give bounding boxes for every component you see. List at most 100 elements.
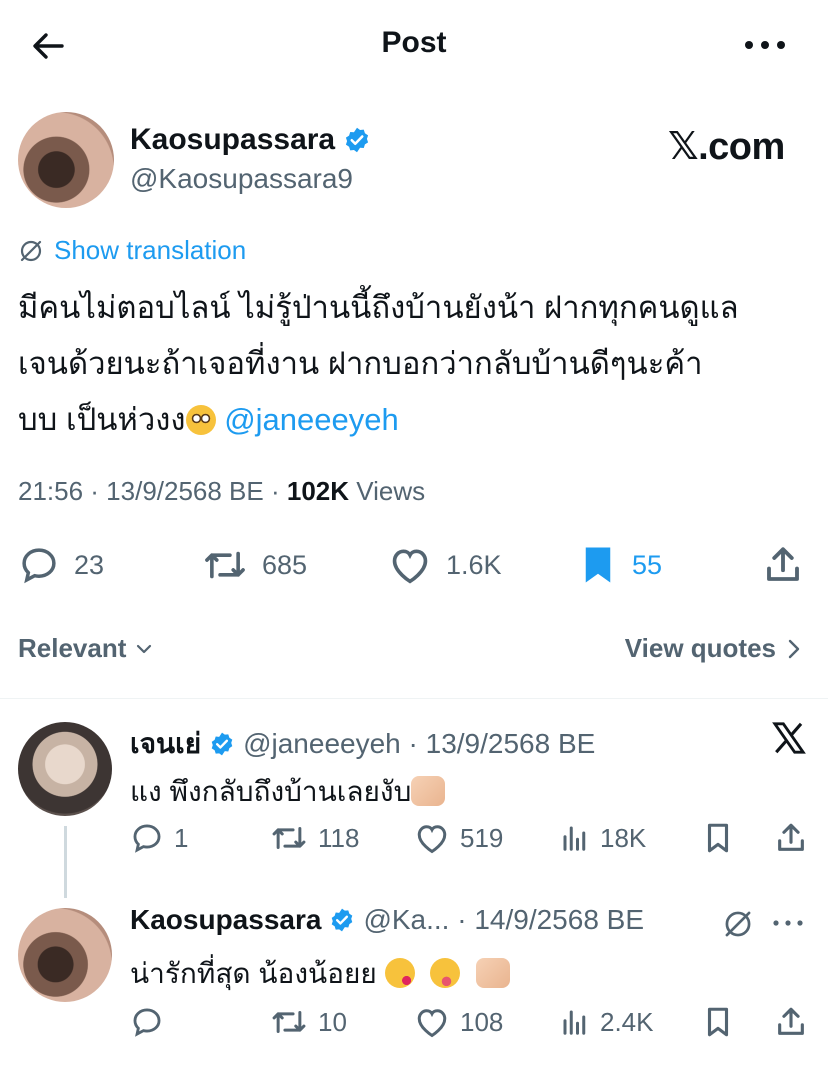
bookmark-icon	[707, 823, 729, 853]
repost-icon	[272, 1011, 306, 1033]
share-button[interactable]	[762, 540, 804, 590]
reply-text-content: แง พึงกลับถึงบ้านเลยงับ	[130, 776, 412, 807]
analytics-bars-icon	[563, 826, 586, 851]
chevron-right-icon	[788, 639, 800, 658]
pleading-face-emoji	[185, 405, 216, 435]
more-options-button[interactable]	[740, 30, 790, 60]
heart-icon	[392, 549, 428, 584]
reply-count: 1	[174, 822, 189, 853]
reply-count: 23	[74, 549, 105, 580]
sort-relevant-label: Relevant	[18, 633, 127, 663]
views-label: Views	[349, 476, 426, 506]
post-text-line: บบ เป็นห่วงง @janeeeyeh	[18, 392, 818, 448]
post-text-line-end: บบ เป็นห่วงง	[18, 402, 186, 437]
chevron-down-icon	[137, 644, 152, 653]
verified-badge-icon	[211, 732, 233, 756]
x-logo	[772, 722, 806, 754]
reply-avatar[interactable]	[18, 722, 112, 816]
author-avatar[interactable]	[18, 112, 114, 208]
reply-author-name[interactable]: Kaosupassara	[130, 904, 321, 936]
repost-count: 118	[318, 822, 360, 853]
heart-hands-emoji	[411, 776, 446, 806]
bookmark-button[interactable]: 55	[578, 540, 662, 590]
bookmark-icon	[707, 1007, 729, 1037]
verified-badge-icon	[332, 908, 353, 932]
share-button[interactable]	[774, 1000, 808, 1044]
reply-actions: 1 118 519 18K	[130, 816, 810, 860]
repost-icon	[272, 827, 306, 849]
bookmark-button[interactable]	[702, 1000, 734, 1044]
post-actions: 23 685 1.6K 55	[18, 540, 810, 590]
views-button[interactable]: 2.4K	[560, 1000, 654, 1044]
author-handle[interactable]: @Kaosupassara9	[130, 163, 353, 195]
reply-icon	[133, 1008, 161, 1037]
xcom-watermark: 𝕏.com	[668, 126, 785, 168]
x-logo-icon	[772, 722, 806, 754]
reply-icon	[133, 824, 161, 853]
post-text: มีคนไม่ตอบไลน์ ไม่รู้ป่านนี้ถึงบ้านยังน้…	[18, 280, 818, 448]
divider	[0, 698, 828, 699]
heart-hands-emoji	[476, 958, 511, 988]
repost-button[interactable]: 10	[270, 1000, 347, 1044]
like-count: 1.6K	[446, 549, 502, 580]
bookmark-count: 55	[632, 549, 663, 580]
post-timestamp[interactable]: 21:56 · 13/9/2568 BE ·	[18, 476, 287, 506]
like-count: 519	[460, 822, 504, 853]
translate-globe-icon	[725, 911, 751, 937]
like-button[interactable]: 108	[414, 1000, 503, 1044]
reply-button[interactable]	[130, 1000, 174, 1044]
repost-button[interactable]: 118	[270, 816, 359, 860]
more-horizontal-icon	[745, 41, 785, 49]
heart-icon	[417, 1009, 447, 1038]
reply-header: เจนเย่ @janeeeyeh · 13/9/2568 BE	[130, 722, 595, 766]
more-horizontal-icon	[773, 920, 803, 926]
post-meta: 21:56 · 13/9/2568 BE · 102K Views	[18, 476, 425, 507]
share-icon	[778, 1007, 804, 1035]
reply-text: แง พึงกลับถึงบ้านเลยงับ	[130, 770, 446, 814]
verified-badge-icon	[346, 127, 369, 153]
analytics-bars-icon	[563, 1010, 586, 1035]
more-options-button[interactable]	[768, 908, 808, 938]
reply-button[interactable]: 23	[18, 540, 104, 590]
like-button[interactable]: 1.6K	[388, 540, 502, 590]
post-text-line: มีคนไม่ตอบไลน์ ไม่รู้ป่านนี้ถึงบ้านยังน้…	[18, 290, 739, 325]
bookmark-button[interactable]	[702, 816, 734, 860]
bookmark-filled-icon	[585, 547, 611, 583]
thread-connector-line	[64, 826, 67, 898]
author-name-row[interactable]: Kaosupassara	[130, 123, 371, 157]
share-icon	[778, 823, 804, 851]
reply-handle-date[interactable]: @Ka... · 14/9/2568 BE	[363, 904, 644, 936]
reply-header: Kaosupassara @Ka... · 14/9/2568 BE	[130, 904, 644, 936]
show-translation-label: Show translation	[54, 235, 247, 265]
kissing-face-emoji	[384, 958, 415, 988]
translate-globe-icon	[20, 240, 42, 261]
sort-relevant-dropdown[interactable]: Relevant	[18, 633, 154, 664]
views-count: 2.4K	[600, 1006, 654, 1037]
show-translation-link[interactable]: Show translation	[18, 235, 246, 266]
reply-actions: 10 108 2.4K	[130, 1000, 810, 1044]
mention-link[interactable]: @janeeeyeh	[224, 402, 399, 437]
reply-icon	[22, 548, 56, 584]
author-name: Kaosupassara	[130, 123, 336, 156]
view-quotes-link[interactable]: View quotes	[625, 633, 802, 664]
reply-text-content: น่ารักที่สุด น้องน้อยย	[130, 958, 377, 989]
page-title: Post	[381, 26, 447, 59]
views-button[interactable]: 18K	[560, 816, 646, 860]
views-count: 102K	[286, 476, 350, 506]
reply-text: น่ารักที่สุด น้องน้อยย	[130, 952, 511, 996]
like-button[interactable]: 519	[414, 816, 503, 860]
reply-button[interactable]: 1	[130, 816, 188, 860]
like-count: 108	[460, 1006, 504, 1037]
reply-author-name[interactable]: เจนเย่	[130, 722, 201, 766]
reply-handle-date[interactable]: @janeeeyeh · 13/9/2568 BE	[243, 728, 595, 760]
repost-count: 10	[318, 1006, 347, 1037]
share-icon	[767, 547, 799, 581]
repost-button[interactable]: 685	[202, 540, 307, 590]
post-text-line: เจนด้วยนะถ้าเจอที่งาน ฝากบอกว่ากลับบ้านด…	[18, 346, 703, 381]
translate-button[interactable]	[722, 908, 754, 940]
share-button[interactable]	[774, 816, 808, 860]
reply-avatar[interactable]	[18, 908, 112, 1002]
repost-icon	[205, 551, 245, 579]
views-count: 18K	[600, 822, 647, 853]
repost-count: 685	[262, 549, 308, 580]
